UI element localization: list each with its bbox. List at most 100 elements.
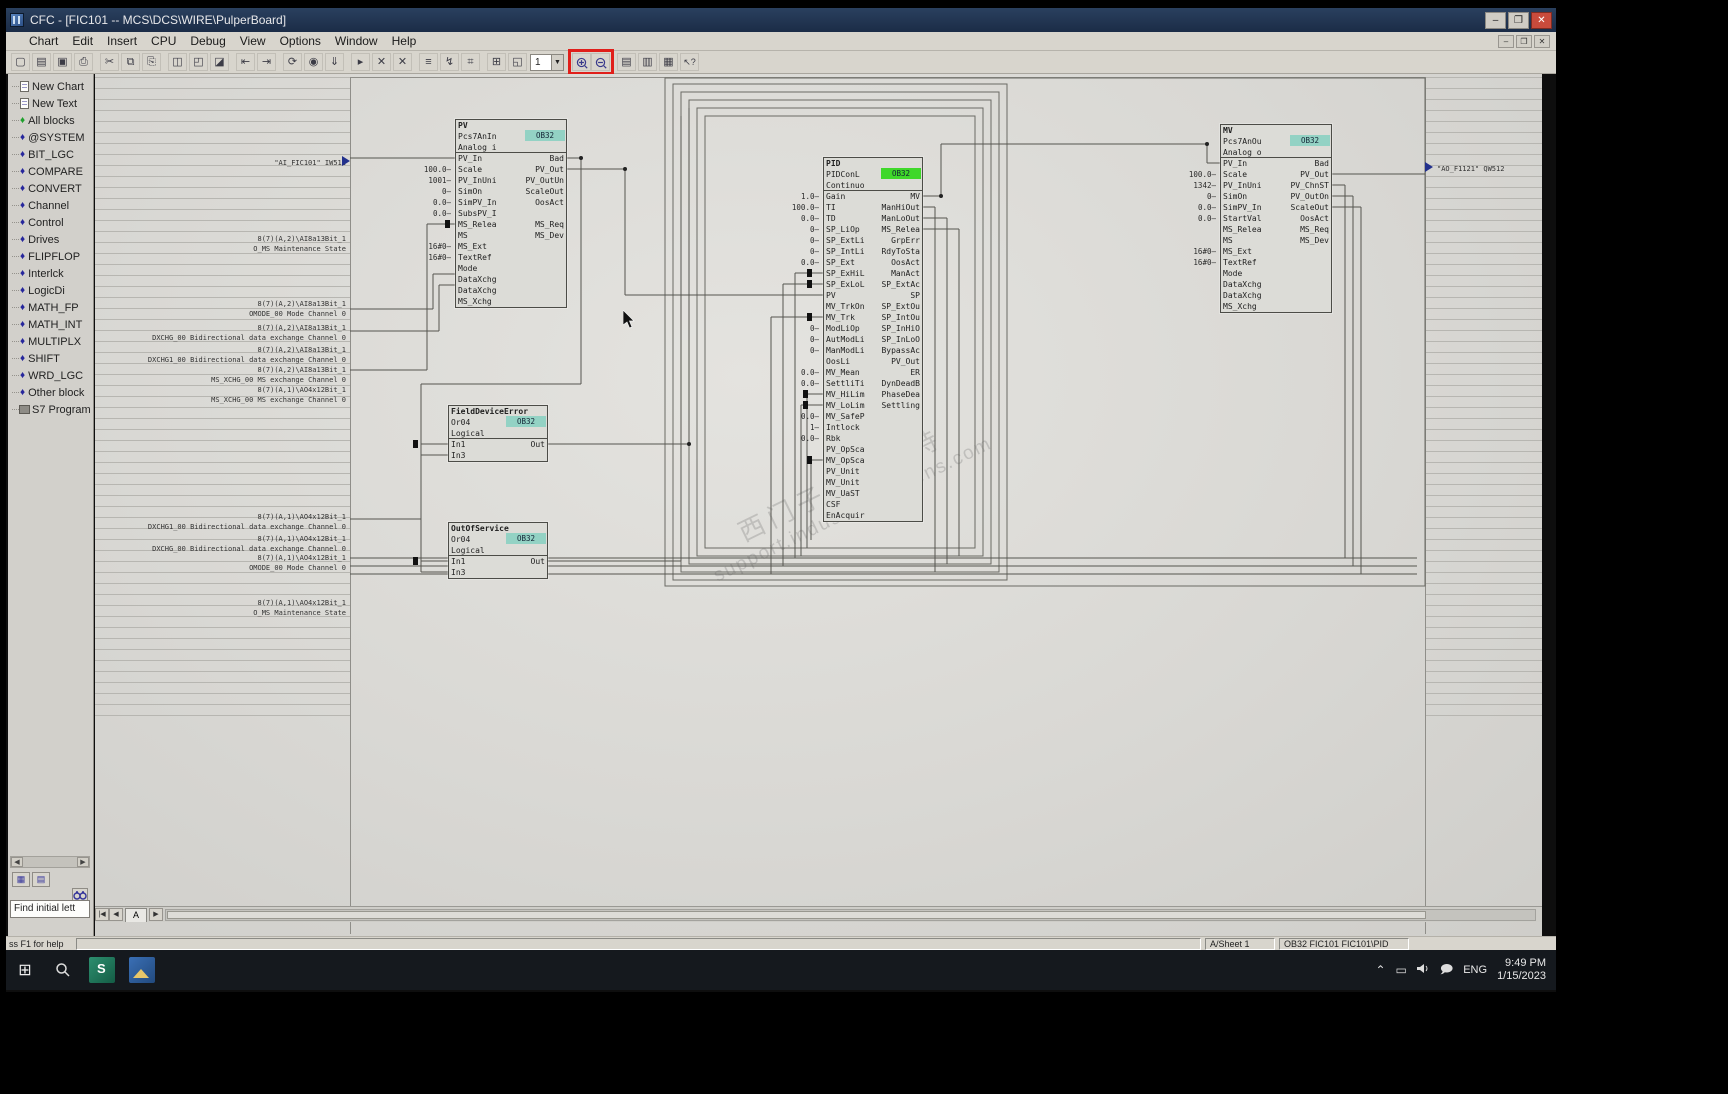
input-pin-label[interactable]: PV_OpSca	[826, 444, 865, 455]
print-icon[interactable]: ⎙	[74, 53, 93, 71]
input-pin-label[interactable]: SimOn	[1223, 191, 1247, 202]
sidebar-item-s7-program[interactable]: S7 Program	[8, 401, 93, 418]
block-pid[interactable]: PIDPIDConLContinuoOB323/4GainMVTIManHiOu…	[823, 157, 923, 522]
sidebar-item-shift[interactable]: ♦ SHIFT	[8, 350, 93, 367]
input-pin-label[interactable]: MV_Mean	[826, 367, 860, 378]
input-pin-label[interactable]: MV_SafeP	[826, 411, 865, 422]
output-pin-label[interactable]: ManLoOut	[881, 213, 920, 224]
output-pin-label[interactable]: MS_Relea	[881, 224, 920, 235]
pin-row[interactable]: DataXchg	[1221, 290, 1331, 301]
pin-row[interactable]: MS_Ext	[456, 241, 566, 252]
pin-row[interactable]: MS_Relea MS_Req	[1221, 224, 1331, 235]
output-pin-label[interactable]: MS_Req	[1300, 224, 1329, 235]
pin-row[interactable]: SP_LiOp MS_Relea	[824, 224, 922, 235]
output-pin-label[interactable]: MV	[910, 191, 920, 202]
output-pin-label[interactable]: OosAct	[1300, 213, 1329, 224]
interconnect-icon[interactable]: ◉	[304, 53, 323, 71]
pin-row[interactable]: MS_Ext	[1221, 246, 1331, 257]
input-pin-label[interactable]: SP_ExHiL	[826, 268, 865, 279]
output-pin-label[interactable]: BypassAc	[881, 345, 920, 356]
pin-row[interactable]: SimPV_In ScaleOut	[1221, 202, 1331, 213]
input-pin-label[interactable]: TI	[826, 202, 836, 213]
input-pin-label[interactable]: SimOn	[458, 186, 482, 197]
input-pin-label[interactable]: Gain	[826, 191, 845, 202]
output-pin-label[interactable]: Bad	[550, 153, 564, 164]
notifications-icon[interactable]: 🗩	[1440, 960, 1453, 981]
input-pin-label[interactable]: MV_Trk	[826, 312, 855, 323]
input-pin-label[interactable]: In1	[451, 556, 465, 567]
run-icon[interactable]: ▸	[351, 53, 370, 71]
output-pin-label[interactable]: SP_InHiO	[881, 323, 920, 334]
input-pin-label[interactable]: TextRef	[1223, 257, 1257, 268]
pin-row[interactable]: StartVal OosAct	[1221, 213, 1331, 224]
scroll-right-icon[interactable]: ▶	[77, 857, 89, 867]
sidebar-item-system[interactable]: ♦ @SYSTEM	[8, 129, 93, 146]
input-pin-label[interactable]: MV_HiLim	[826, 389, 865, 400]
cut-icon[interactable]: ✂	[100, 53, 119, 71]
output-pin-label[interactable]: Out	[531, 439, 545, 450]
input-pin-label[interactable]: SP_ExtLi	[826, 235, 865, 246]
input-pin-label[interactable]: Mode	[458, 263, 477, 274]
input-pin-label[interactable]: PV_Unit	[826, 466, 860, 477]
pin-row[interactable]: Rbk	[824, 433, 922, 444]
pin-row[interactable]: In3	[449, 567, 547, 578]
block-pv[interactable]: PVPcs7AnInAnalog iOB323/1PV_InBadScalePV…	[455, 119, 567, 308]
input-pin-label[interactable]: MV_TrkOn	[826, 301, 865, 312]
pin-row[interactable]: MS_Xchg	[456, 296, 566, 307]
mdi-minimize-button[interactable]: –	[1498, 34, 1514, 48]
pin-row[interactable]: MV_TrkOn SP_ExtOu	[824, 301, 922, 312]
pin-row[interactable]: MV_Mean ER	[824, 367, 922, 378]
menu-debug[interactable]: Debug	[183, 34, 232, 48]
cancel-icon[interactable]: ✕	[393, 53, 412, 71]
input-pin-label[interactable]: AutModLi	[826, 334, 865, 345]
pin-row[interactable]: Scale PV_Out	[456, 164, 566, 175]
output-pin-label[interactable]: DynDeadB	[881, 378, 920, 389]
pin-row[interactable]: OosLi PV_Out	[824, 356, 922, 367]
find-initial-letters-input[interactable]: Find initial lett	[10, 900, 90, 918]
zoom-in-icon[interactable]	[572, 53, 591, 71]
output-pin-label[interactable]: OosAct	[891, 257, 920, 268]
open-chart-icon[interactable]: ▤	[32, 53, 51, 71]
sidebar-item-control[interactable]: ♦ Control	[8, 214, 93, 231]
output-pin-label[interactable]: PV_Out	[891, 356, 920, 367]
pin-row[interactable]: PV_InUni PV_OutUn	[456, 175, 566, 186]
pin-row[interactable]: TD ManLoOut	[824, 213, 922, 224]
help-pointer-icon[interactable]: ↖?	[680, 53, 699, 71]
pin-row[interactable]: TextRef	[1221, 257, 1331, 268]
pin-row[interactable]: SP_IntLi RdyToSta	[824, 246, 922, 257]
taskbar-search-icon[interactable]	[44, 950, 82, 990]
menu-options[interactable]: Options	[273, 34, 328, 48]
battery-icon[interactable]: ▭	[1396, 963, 1407, 977]
canvas-hscroll-thumb[interactable]	[167, 910, 1427, 919]
output-pin-label[interactable]: PV_OutOn	[1290, 191, 1329, 202]
taskbar-app-photos[interactable]	[129, 957, 155, 983]
pin-row[interactable]: MS_Xchg	[1221, 301, 1331, 312]
output-pin-label[interactable]: Settling	[881, 400, 920, 411]
input-pin-label[interactable]: PV_In	[458, 153, 482, 164]
input-pin-label[interactable]: PV_In	[1223, 158, 1247, 169]
speaker-icon[interactable]	[1416, 963, 1430, 977]
pin-row[interactable]: ModLiOp SP_InHiO	[824, 323, 922, 334]
input-pin-label[interactable]: SP_LiOp	[826, 224, 860, 235]
input-pin-label[interactable]: In3	[451, 450, 465, 461]
test-mode-icon[interactable]: ↯	[440, 53, 459, 71]
sidebar-item-flipflop[interactable]: ♦ FLIPFLOP	[8, 248, 93, 265]
sidebar-item-new-chart[interactable]: New Chart	[8, 78, 93, 95]
output-pin-label[interactable]: ManHiOut	[881, 202, 920, 213]
input-pin-label[interactable]: DataXchg	[458, 285, 497, 296]
pin-row[interactable]: PV_In Bad	[456, 153, 566, 164]
input-pin-label[interactable]: In3	[451, 567, 465, 578]
pin-row[interactable]: PV_Unit	[824, 466, 922, 477]
minimize-button[interactable]: –	[1485, 11, 1506, 29]
input-pin-label[interactable]: MS_Xchg	[458, 296, 492, 307]
sequence-icon[interactable]: ≡	[419, 53, 438, 71]
input-pin-label[interactable]: In1	[451, 439, 465, 450]
sidebar-item-other-block[interactable]: ♦ Other block	[8, 384, 93, 401]
sidebar-item-logicdi[interactable]: ♦ LogicDi	[8, 282, 93, 299]
pin-row[interactable]: SP_ExHiL ManAct	[824, 268, 922, 279]
output-pin-label[interactable]: OosAct	[535, 197, 564, 208]
input-pin-label[interactable]: TextRef	[458, 252, 492, 263]
pin-row[interactable]: CSF	[824, 499, 922, 510]
input-pin-label[interactable]: MS_Xchg	[1223, 301, 1257, 312]
sidebar-item-multiplx[interactable]: ♦ MULTIPLX	[8, 333, 93, 350]
